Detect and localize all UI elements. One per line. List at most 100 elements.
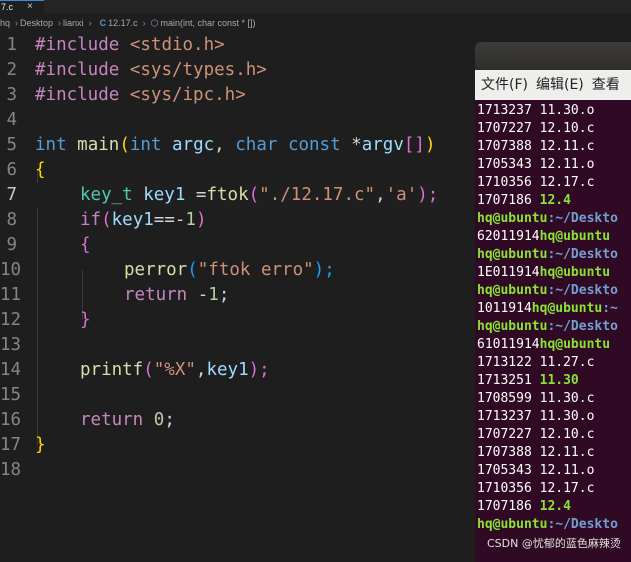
line-number: 15 bbox=[0, 385, 22, 405]
terminal-line: 1710356 12.17.c bbox=[477, 480, 631, 498]
tab-12-17-c[interactable]: 7.c × bbox=[0, 0, 44, 13]
terminal-line: 1707227 12.10.c bbox=[477, 120, 631, 138]
terminal-text: 1011914 bbox=[477, 301, 532, 316]
tab-bar: 7.c × bbox=[0, 0, 631, 13]
line-number: 13 bbox=[0, 335, 22, 355]
line-number: 9 bbox=[6, 235, 17, 255]
breadcrumb-item[interactable]: hq bbox=[0, 18, 10, 28]
terminal-line: 1707388 12.11.c bbox=[477, 444, 631, 462]
menu-view[interactable]: 查看 bbox=[592, 77, 620, 93]
terminal-line: 1707227 12.10.c bbox=[477, 426, 631, 444]
terminal-text: 1707388 12.11.c bbox=[477, 139, 595, 154]
terminal-path: :~/Deskto bbox=[547, 247, 618, 262]
terminal-prompt: hq@ubuntu bbox=[531, 301, 603, 316]
menu-file[interactable]: 文件(F) bbox=[481, 77, 528, 93]
terminal-prompt: hq@ubuntu bbox=[477, 517, 548, 532]
terminal-line: hq@ubuntu:~/Deskto bbox=[477, 516, 631, 534]
line-number: 10 bbox=[0, 260, 22, 280]
line-number: 11 bbox=[0, 285, 22, 305]
terminal-highlight: 12.4 bbox=[539, 193, 571, 208]
terminal-path: :~/Deskto bbox=[547, 211, 618, 226]
line-number: 14 bbox=[0, 360, 22, 380]
line-number: 5 bbox=[6, 135, 17, 155]
breadcrumb: hq › Desktop › lianxi › C 12.17.c › ⬡ main(int, ch… bbox=[0, 14, 631, 32]
line-number: 7 bbox=[6, 185, 17, 205]
terminal-line: 61011914hq@ubuntu bbox=[477, 336, 631, 354]
terminal-line: 1707186 12.4 bbox=[477, 192, 631, 210]
terminal-text: 1713122 11.27.c bbox=[477, 355, 595, 370]
terminal-text: 61011914 bbox=[477, 337, 540, 352]
terminal-line: 1011914hq@ubuntu:~ bbox=[477, 300, 631, 318]
terminal-text: 1707388 12.11.c bbox=[477, 445, 595, 460]
terminal-line: 1707388 12.11.c bbox=[477, 138, 631, 156]
terminal-line: 1705343 12.11.o bbox=[477, 462, 631, 480]
breadcrumb-file[interactable]: 12.17.c bbox=[108, 18, 138, 28]
line-number: 12 bbox=[0, 310, 22, 330]
close-icon[interactable]: × bbox=[27, 1, 33, 13]
terminal-text: 1E011914 bbox=[477, 265, 540, 280]
terminal-line: hq@ubuntu:~/Deskto bbox=[477, 318, 631, 336]
terminal-prompt: hq@ubuntu bbox=[477, 319, 548, 334]
terminal-prompt: hq@ubuntu bbox=[539, 337, 611, 352]
breadcrumb-item[interactable]: lianxi bbox=[63, 18, 84, 28]
symbol-method-icon: ⬡ bbox=[150, 18, 159, 28]
terminal-text: 1713251 bbox=[477, 373, 540, 388]
terminal-line: 1710356 12.17.c bbox=[477, 174, 631, 192]
line-number: 4 bbox=[6, 110, 17, 130]
terminal-titlebar[interactable] bbox=[475, 42, 631, 70]
terminal-path: :~/Deskto bbox=[547, 283, 618, 298]
terminal-path: :~/Deskto bbox=[547, 319, 618, 334]
chevron-right-icon: › bbox=[58, 18, 62, 28]
terminal-prompt: hq@ubuntu bbox=[539, 229, 611, 244]
terminal-prompt: hq@ubuntu bbox=[477, 211, 548, 226]
terminal-path: :~/Deskto bbox=[547, 517, 618, 532]
breadcrumb-symbol[interactable]: main(int, char const * []) bbox=[160, 18, 255, 28]
terminal-text: 1705343 12.11.o bbox=[477, 157, 595, 172]
line-number: 3 bbox=[6, 85, 17, 105]
breadcrumb-item[interactable]: Desktop bbox=[20, 18, 53, 28]
terminal-prompt: hq@ubuntu bbox=[539, 265, 611, 280]
terminal-text: 1707227 12.10.c bbox=[477, 121, 595, 136]
terminal-window[interactable]: 文件(F) 编辑(E) 查看 1713237 11.30.o 1707227 12.1… bbox=[475, 42, 631, 562]
terminal-line: 1708599 11.30.c bbox=[477, 390, 631, 408]
line-number: 8 bbox=[6, 210, 17, 230]
terminal-text: 1707186 bbox=[477, 499, 540, 514]
terminal-text: 1710356 12.17.c bbox=[477, 175, 595, 190]
line-number: 18 bbox=[0, 460, 22, 480]
terminal-prompt: hq@ubuntu bbox=[477, 247, 548, 262]
chevron-right-icon: › bbox=[142, 18, 146, 28]
line-number: 16 bbox=[0, 410, 22, 430]
terminal-line: 1705343 12.11.o bbox=[477, 156, 631, 174]
terminal-text: 1707227 12.10.c bbox=[477, 427, 595, 442]
watermark: CSDN @忧郁的蓝色麻辣烫 bbox=[487, 537, 621, 550]
terminal-highlight: 12.4 bbox=[539, 499, 571, 514]
terminal-line: hq@ubuntu:~/Deskto bbox=[477, 282, 631, 300]
terminal-line: hq@ubuntu:~/Deskto bbox=[477, 210, 631, 228]
chevron-right-icon: › bbox=[88, 18, 92, 28]
terminal-prompt: hq@ubuntu bbox=[477, 283, 548, 298]
terminal-text: 1707186 bbox=[477, 193, 540, 208]
terminal-highlight: 11.30 bbox=[539, 373, 579, 388]
terminal-text: 62011914 bbox=[477, 229, 540, 244]
menu-edit[interactable]: 编辑(E) bbox=[536, 77, 584, 93]
terminal-output[interactable]: 1713237 11.30.o 1707227 12.10.c 1707388 12… bbox=[475, 100, 631, 534]
terminal-line: 1713237 11.30.o bbox=[477, 408, 631, 426]
terminal-path: :~ bbox=[602, 301, 618, 316]
terminal-line: hq@ubuntu:~/Deskto bbox=[477, 246, 631, 264]
terminal-menubar: 文件(F) 编辑(E) 查看 bbox=[475, 70, 631, 100]
terminal-text: 1708599 11.30.c bbox=[477, 391, 595, 406]
terminal-text: 1705343 12.11.o bbox=[477, 463, 595, 478]
line-number: 17 bbox=[0, 435, 22, 455]
terminal-text: 1713237 11.30.o bbox=[477, 103, 595, 118]
terminal-line: 1713237 11.30.o bbox=[477, 102, 631, 120]
line-number: 1 bbox=[6, 35, 17, 55]
terminal-text: 1713237 11.30.o bbox=[477, 409, 595, 424]
terminal-line: 1713122 11.27.c bbox=[477, 354, 631, 372]
terminal-line: 1713251 11.30 bbox=[477, 372, 631, 390]
chevron-right-icon: › bbox=[15, 18, 19, 28]
terminal-line: 62011914hq@ubuntu bbox=[477, 228, 631, 246]
terminal-line: 1E011914hq@ubuntu bbox=[477, 264, 631, 282]
c-file-icon: C bbox=[99, 18, 107, 28]
terminal-text: 1710356 12.17.c bbox=[477, 481, 595, 496]
line-number: 2 bbox=[6, 60, 17, 80]
